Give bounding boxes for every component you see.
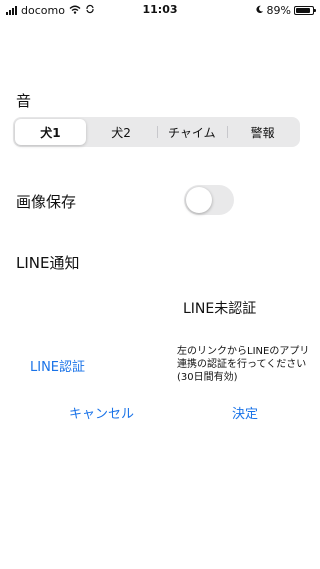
- segment-dog2[interactable]: 犬2: [86, 119, 157, 145]
- image-save-label: 画像保存: [16, 193, 77, 211]
- confirm-button[interactable]: 決定: [232, 403, 258, 422]
- battery-icon: [294, 5, 316, 15]
- cancel-button[interactable]: キャンセル: [69, 403, 134, 422]
- battery-percent: 89%: [266, 3, 291, 17]
- moon-icon: [255, 4, 264, 17]
- status-right: 89%: [255, 3, 316, 17]
- image-save-toggle[interactable]: [184, 185, 234, 215]
- line-status-text: LINE未認証: [183, 301, 257, 317]
- line-auth-button[interactable]: LINE認証: [30, 356, 85, 375]
- line-notify-label: LINE通知: [16, 254, 80, 272]
- sound-segmented-control[interactable]: 犬1 犬2 チャイム 警報: [13, 117, 300, 147]
- sound-label: 音: [16, 92, 32, 110]
- toggle-knob: [186, 187, 212, 213]
- segment-dog1[interactable]: 犬1: [15, 119, 86, 145]
- segment-chime[interactable]: チャイム: [156, 119, 228, 145]
- segment-alarm[interactable]: 警報: [227, 119, 298, 145]
- status-bar: docomo 11:03 89%: [0, 0, 320, 20]
- line-instructions: 左のリンクからLINEのアプリ連携の認証を行ってください(30日間有効): [177, 346, 310, 383]
